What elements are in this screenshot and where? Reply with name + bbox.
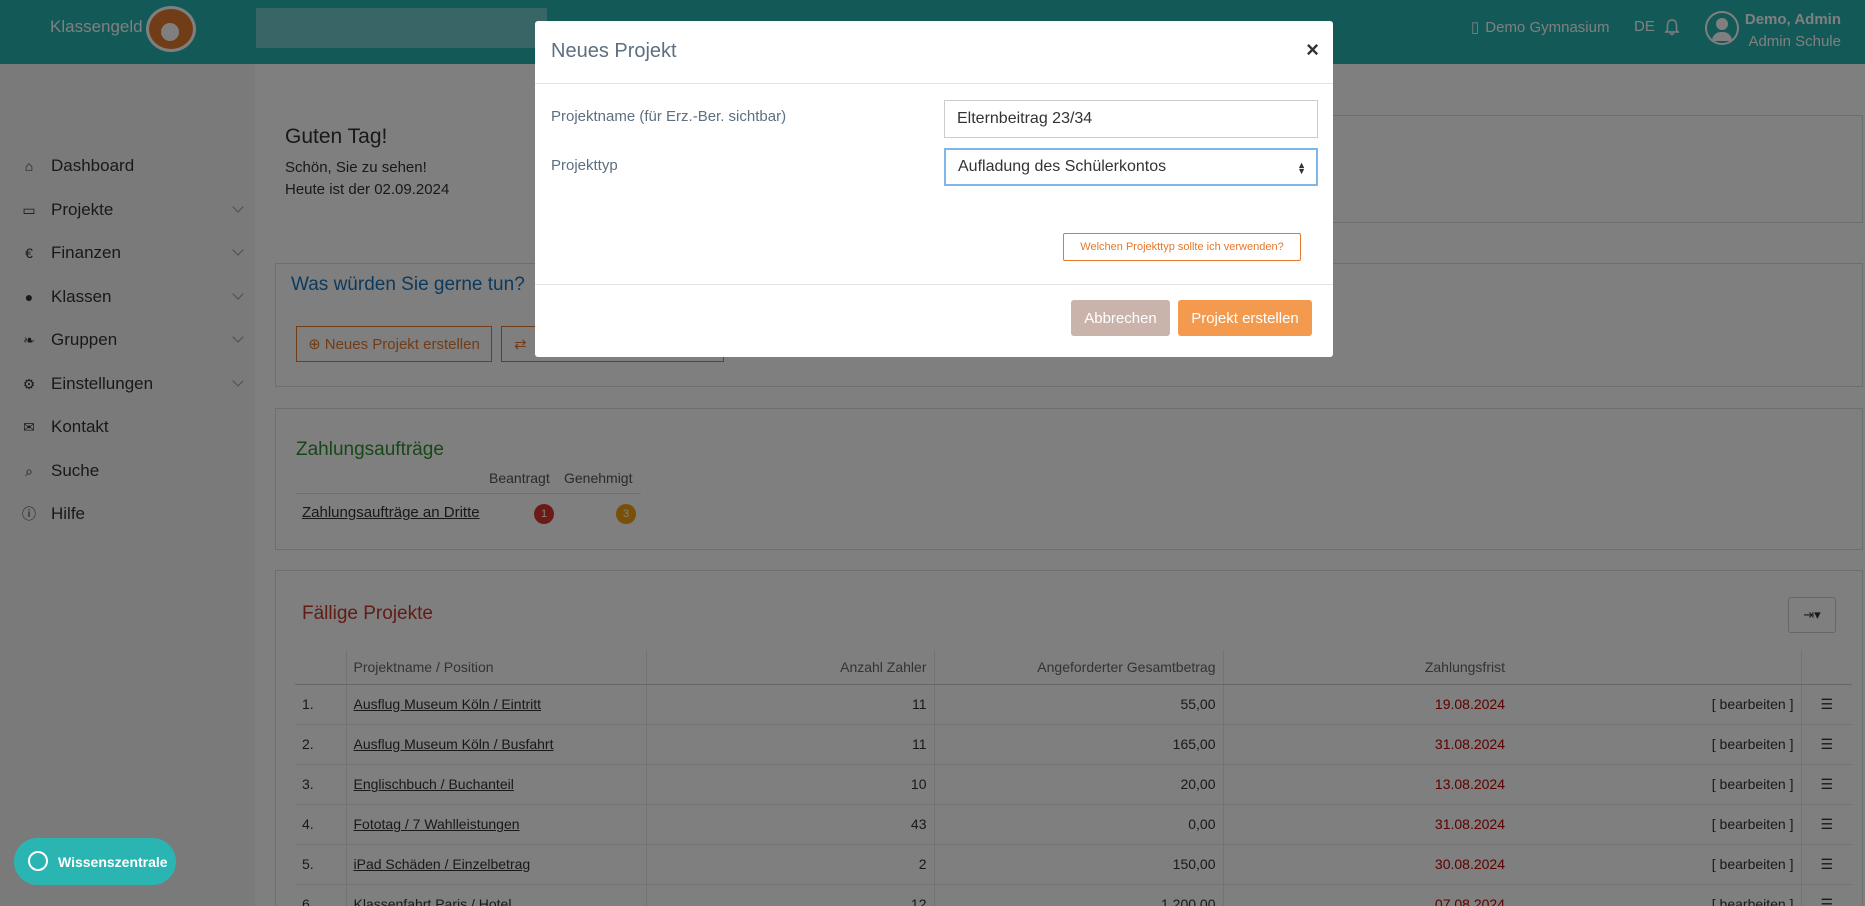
cancel-button[interactable]: Abbrechen xyxy=(1071,300,1170,336)
project-name-label: Projektname (für Erz.-Ber. sichtbar) xyxy=(551,108,787,125)
knowledge-center-label: Wissenszentrale xyxy=(58,853,168,870)
close-icon[interactable]: × xyxy=(1306,37,1319,63)
globe-icon xyxy=(28,851,48,871)
project-type-help-button[interactable]: Welchen Projekttyp sollte ich verwenden? xyxy=(1063,233,1301,261)
project-name-field[interactable]: Elternbeitrag 23/34 xyxy=(944,100,1318,138)
knowledge-center-button[interactable]: Wissenszentrale xyxy=(14,838,176,885)
create-project-button[interactable]: Projekt erstellen xyxy=(1178,300,1312,336)
modal-title: Neues Projekt xyxy=(551,40,677,62)
new-project-modal: Neues Projekt × Projektname (für Erz.-Be… xyxy=(535,21,1333,357)
project-type-value: Aufladung des Schülerkontos xyxy=(958,158,1167,175)
modal-divider xyxy=(535,284,1333,285)
modal-header: Neues Projekt × xyxy=(535,21,1333,84)
project-type-select[interactable]: Aufladung des Schülerkontos ▲ ▼ xyxy=(944,148,1318,186)
project-type-label: Projekttyp xyxy=(551,157,618,174)
select-arrows-icon: ▲ ▼ xyxy=(1297,160,1306,176)
